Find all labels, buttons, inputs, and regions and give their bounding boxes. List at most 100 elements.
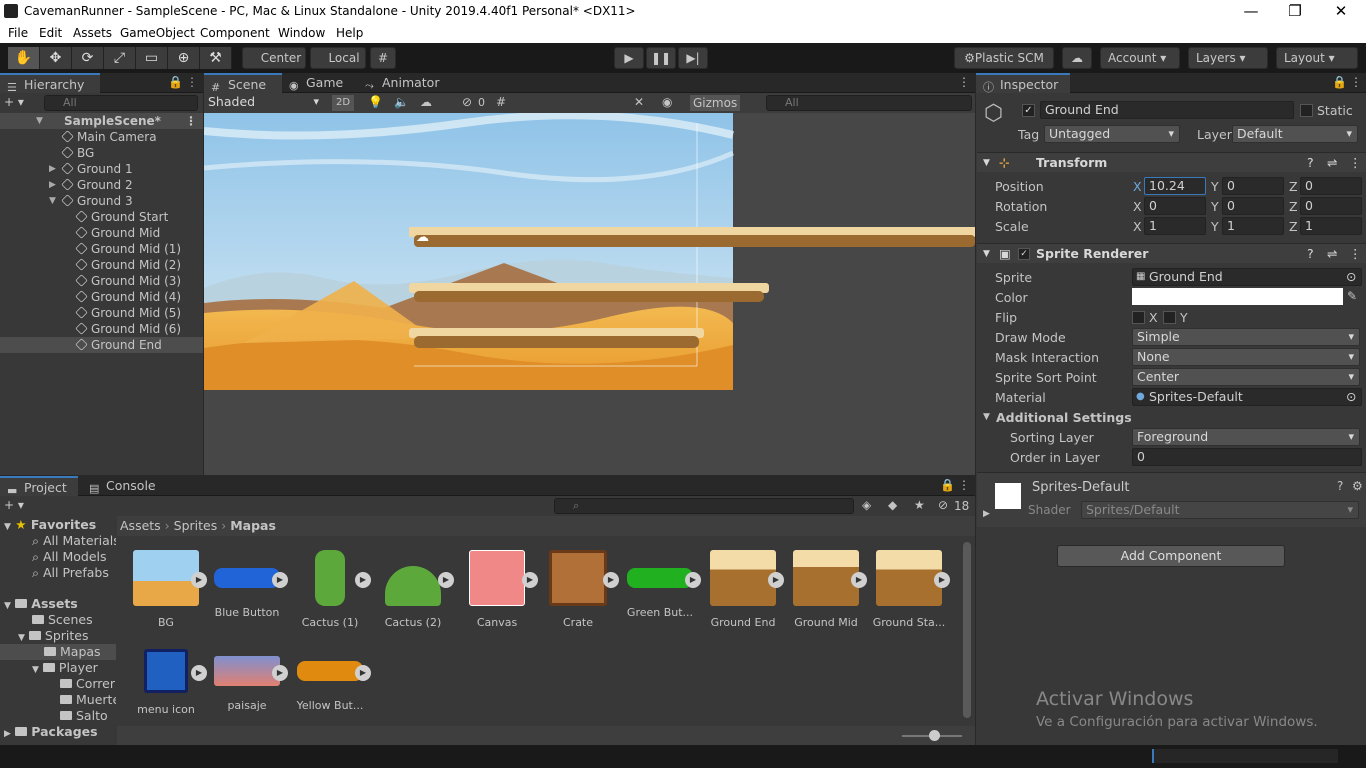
hidden-packages-icon[interactable]: ⊘ — [938, 498, 948, 512]
hierarchy-item[interactable]: Ground Mid (4) — [0, 289, 203, 305]
tag-dropdown[interactable]: Untagged — [1044, 125, 1180, 143]
ground-platform-top[interactable] — [409, 227, 975, 247]
hierarchy-item-selected[interactable]: Ground End — [0, 337, 203, 353]
filter-type-icon[interactable]: ◈ — [862, 498, 871, 512]
asset-crate[interactable]: Crate ▶ — [537, 550, 619, 629]
grid-snap-icon[interactable]: # — [370, 47, 396, 69]
favorites-row[interactable]: ▼ ★ Favorites — [0, 517, 116, 533]
assets-row[interactable]: ▼ Assets — [0, 596, 116, 612]
expand-play-icon[interactable]: ▶ — [851, 572, 867, 588]
gizmos-dropdown[interactable]: Gizmos — [690, 95, 740, 111]
position-z-field[interactable]: 0 — [1300, 177, 1362, 195]
hidden-objects-icon[interactable]: ⊘ — [462, 95, 472, 109]
tab-game[interactable]: ◉ Game — [282, 73, 358, 93]
asset-bg[interactable]: BG ▶ — [125, 550, 207, 629]
menu-edit[interactable]: Edit — [39, 26, 62, 40]
scene-row[interactable]: ▼ SampleScene* ⋮ — [0, 113, 203, 129]
asset-ground-start[interactable]: Ground Sta... ▶ — [868, 550, 950, 629]
asset-paisaje[interactable]: paisaje ▶ — [206, 643, 288, 712]
asset-menu-icon[interactable]: menu icon ▶ — [125, 643, 207, 716]
folder-row[interactable]: Correr — [0, 676, 116, 692]
scale-x-field[interactable]: 1 — [1144, 217, 1206, 235]
add-component-button[interactable]: Add Component — [1057, 545, 1285, 567]
sort-point-dropdown[interactable]: Center — [1132, 368, 1360, 386]
folder-row[interactable]: Salto — [0, 708, 116, 724]
transform-tool-icon[interactable]: ⊕ — [168, 47, 200, 69]
sprite-field[interactable]: ▦ Ground End ⊙ — [1132, 268, 1362, 286]
tools-icon[interactable]: ✕ — [634, 95, 644, 109]
favorite-star-icon[interactable]: ★ — [914, 498, 925, 512]
hand-tool-icon[interactable]: ✋ — [8, 47, 40, 69]
menu-window[interactable]: Window — [278, 26, 325, 40]
additional-settings-label[interactable]: Additional Settings — [996, 410, 1132, 425]
scale-z-field[interactable]: 1 — [1300, 217, 1362, 235]
hierarchy-item[interactable]: Ground Mid (6) — [0, 321, 203, 337]
account-dropdown[interactable]: Account ▾ — [1100, 47, 1180, 69]
hierarchy-item[interactable]: Ground Mid (1) — [0, 241, 203, 257]
breadcrumb-item[interactable]: Mapas — [230, 518, 276, 533]
asset-blue-button[interactable]: Blue Button ▶ — [206, 550, 288, 619]
presets-icon[interactable]: ⇌ — [1327, 153, 1337, 173]
filter-label-icon[interactable]: ◆ — [888, 498, 897, 512]
active-checkbox[interactable]: ✓ — [1022, 104, 1035, 117]
scale-tool-icon[interactable]: ⤢ — [104, 47, 136, 69]
static-checkbox[interactable] — [1300, 104, 1313, 117]
scene-kebab-icon[interactable]: ⋮ — [185, 113, 197, 129]
project-create-button[interactable]: + ▾ — [4, 498, 24, 512]
scene-search-input[interactable]: All — [766, 95, 972, 111]
folder-row[interactable]: Scenes — [0, 612, 116, 628]
expand-play-icon[interactable]: ▶ — [355, 665, 371, 681]
hierarchy-search-input[interactable]: All — [44, 95, 198, 111]
expand-play-icon[interactable]: ▶ — [685, 572, 701, 588]
asset-canvas[interactable]: Canvas ▶ — [456, 550, 538, 629]
expand-play-icon[interactable]: ▶ — [191, 665, 207, 681]
expand-play-icon[interactable]: ▶ — [768, 572, 784, 588]
asset-ground-mid[interactable]: Ground Mid ▶ — [785, 550, 867, 629]
object-name-field[interactable]: Ground End — [1040, 101, 1294, 119]
zoom-slider-handle[interactable] — [929, 730, 940, 741]
scale-y-field[interactable]: 1 — [1222, 217, 1284, 235]
project-lock-icon[interactable]: 🔒 — [940, 478, 955, 492]
presets-icon[interactable]: ⇌ — [1327, 244, 1337, 264]
hierarchy-item[interactable]: Ground Start — [0, 209, 203, 225]
tab-project[interactable]: ▬ Project — [0, 476, 78, 497]
scene-kebab-icon[interactable]: ⋮ — [958, 75, 970, 89]
eyedropper-icon[interactable]: ✎ — [1347, 289, 1357, 303]
position-y-field[interactable]: 0 — [1222, 177, 1284, 195]
sprite-renderer-enabled-checkbox[interactable]: ✓ — [1018, 248, 1030, 260]
hierarchy-item[interactable]: ▶ Ground 1 — [0, 161, 203, 177]
inspector-kebab-icon[interactable]: ⋮ — [1350, 75, 1362, 89]
draw-mode-dropdown[interactable]: Simple — [1132, 328, 1360, 346]
help-icon[interactable]: ? — [1307, 153, 1314, 173]
minimize-button[interactable]: — — [1236, 2, 1266, 20]
cloud-icon[interactable]: ☁ — [1062, 47, 1092, 69]
hierarchy-item[interactable]: Ground Mid (5) — [0, 305, 203, 321]
tab-hierarchy[interactable]: ☰ Hierarchy — [0, 73, 100, 94]
order-in-layer-field[interactable]: 0 — [1132, 448, 1362, 466]
rect-tool-icon[interactable]: ▭ — [136, 47, 168, 69]
maximize-button[interactable]: ❐ — [1280, 2, 1310, 20]
asset-yellow-button[interactable]: Yellow But... ▶ — [289, 643, 371, 712]
tab-animator[interactable]: ⤳ Animator — [358, 73, 448, 93]
menu-assets[interactable]: Assets — [73, 26, 112, 40]
expand-play-icon[interactable]: ▶ — [603, 572, 619, 588]
rotation-z-field[interactable]: 0 — [1300, 197, 1362, 215]
create-button[interactable]: + ▾ — [4, 95, 24, 109]
expand-play-icon[interactable]: ▶ — [355, 572, 371, 588]
play-button[interactable]: ▶ — [614, 47, 644, 69]
tab-scene[interactable]: # Scene — [204, 73, 282, 94]
help-icon[interactable]: ? — [1337, 479, 1343, 493]
rotation-y-field[interactable]: 0 — [1222, 197, 1284, 215]
sprite-renderer-header[interactable]: ▼ ▣ ✓ Sprite Renderer ? ⇌ ⋮ — [977, 243, 1366, 263]
flip-x-checkbox[interactable] — [1132, 311, 1145, 324]
layers-dropdown[interactable]: Layers ▾ — [1188, 47, 1268, 69]
folder-row-selected[interactable]: Mapas — [0, 644, 116, 660]
asset-cactus-2[interactable]: Cactus (2) ▶ — [372, 550, 454, 629]
asset-green-button[interactable]: Green But... ▶ — [619, 550, 701, 619]
asset-ground-end[interactable]: Ground End ▶ — [702, 550, 784, 629]
menu-gameobject[interactable]: GameObject — [120, 26, 195, 40]
step-button[interactable]: ▶| — [678, 47, 708, 69]
breadcrumb-item[interactable]: Sprites — [174, 518, 218, 533]
expand-play-icon[interactable]: ▶ — [438, 572, 454, 588]
pivot-center-button[interactable]: Center — [242, 47, 306, 69]
